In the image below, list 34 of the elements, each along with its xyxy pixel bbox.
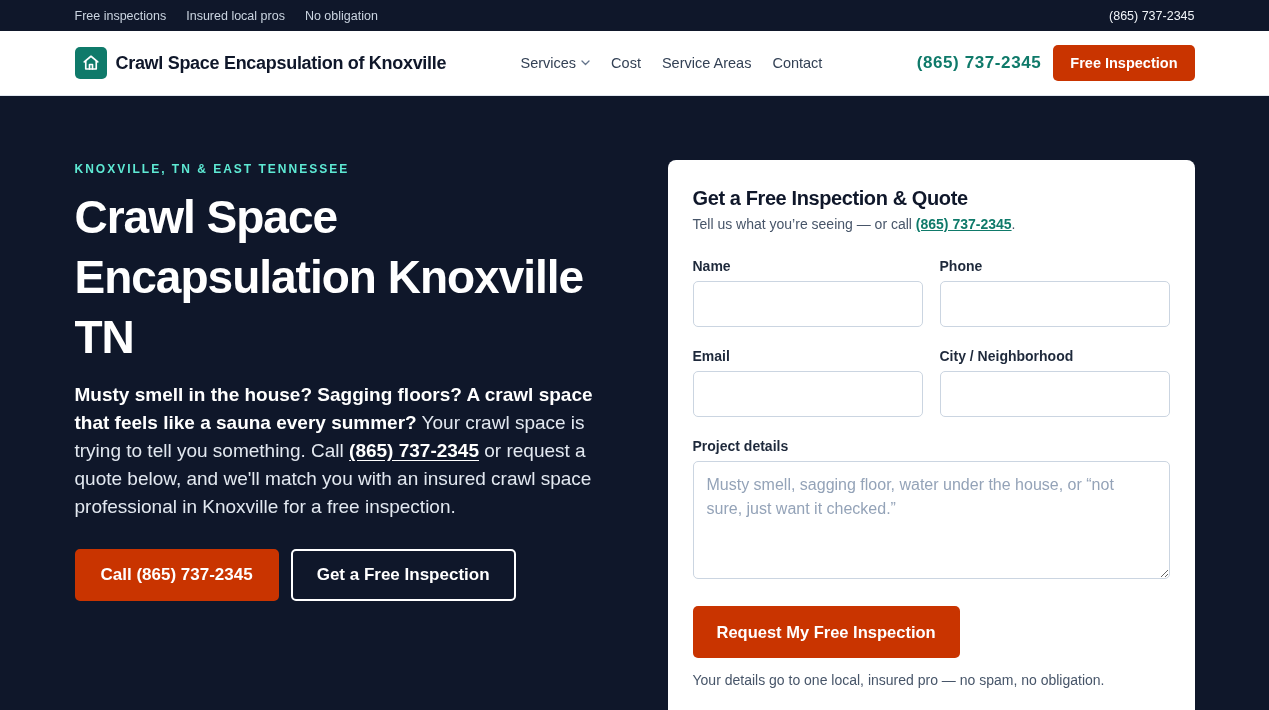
inspection-button[interactable]: Get a Free Inspection	[290, 549, 516, 601]
free-inspection-button[interactable]: Free Inspection	[1053, 45, 1195, 81]
phone-link[interactable]: (865) 737-2345	[915, 216, 1012, 232]
house-icon	[74, 47, 107, 79]
top-bar-text: No obligation	[304, 8, 378, 23]
field-label: Name	[692, 258, 732, 274]
phone-link[interactable]: (865) 737-2345	[1109, 8, 1195, 23]
input-field[interactable]	[692, 281, 923, 327]
form-title: Get a Free Inspection & Quote	[692, 187, 969, 210]
phone-link[interactable]: (865) 737-2345	[349, 440, 479, 461]
phone-link[interactable]: (865) 737-2345	[916, 53, 1042, 73]
input-field[interactable]	[939, 281, 1170, 327]
nav-link[interactable]: Services	[520, 55, 591, 71]
call-button[interactable]: Call (865) 737-2345	[74, 549, 279, 601]
chevron-down-icon	[581, 60, 591, 66]
nav-link[interactable]: Service Areas	[661, 55, 752, 71]
location-eyebrow: KNOXVILLE, TN & EAST TENNESSEE	[74, 162, 351, 176]
input-field[interactable]	[692, 371, 923, 417]
nav-link[interactable]: Contact	[772, 55, 823, 71]
form-subtitle: Tell us what you’re seeing — or call (865) 737-2345.	[692, 216, 1017, 232]
field-label: Project details	[692, 438, 790, 454]
field-label: Email	[692, 348, 731, 364]
field-label: City / Neighborhood	[939, 348, 1075, 364]
nav-link[interactable]: Cost	[611, 55, 641, 71]
field-label: Phone	[939, 258, 984, 274]
privacy-note: Your details go to one local, insured pro — no spam, no obligation.	[692, 672, 1106, 688]
brand-name[interactable]: Crawl Space Encapsulation of Knoxville	[115, 52, 447, 74]
hero-title: Crawl Space Encapsulation Knoxville TN	[74, 190, 585, 365]
top-bar-text: Free inspections	[74, 8, 167, 23]
input-field[interactable]	[939, 371, 1170, 417]
hero-intro: Musty smell in the house? Sagging floors? A crawl space that feels like a sauna every summer? Your crawl space is trying to tell you something. Call (865) 737-2345 or request a quote below, and we'll match you with an insured crawl space professional in Knoxville for a free inspection.	[74, 383, 594, 519]
top-bar-text: Insured local pros	[186, 8, 285, 23]
textarea-field[interactable]: Musty smell, sagging floor, water under the house, or “not sure, just want it checked.”	[692, 461, 1170, 579]
submit-button[interactable]: Request My Free Inspection	[692, 606, 960, 658]
